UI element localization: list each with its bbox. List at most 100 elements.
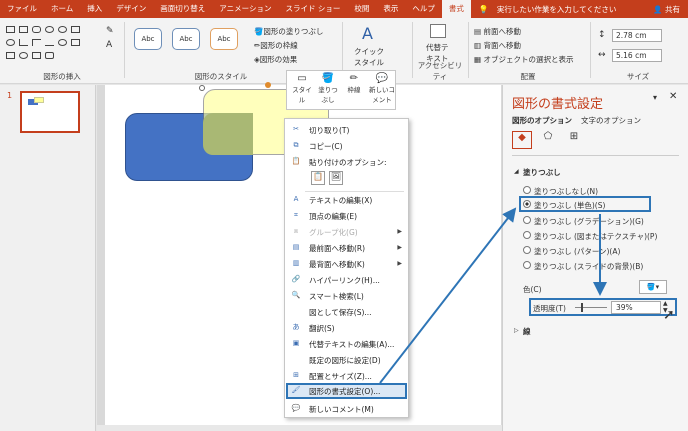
comment-icon: 💬 <box>375 73 389 84</box>
tab-format[interactable]: 書式 <box>441 0 471 18</box>
pane-dropdown-icon[interactable]: ▾ <box>653 93 657 102</box>
tab-text-options[interactable]: 文字のオプション <box>581 115 641 126</box>
menu-save-as-picture[interactable]: 図として保存(S)... <box>309 307 372 318</box>
send-back-icon: ▥ <box>292 259 300 267</box>
style-sample-1[interactable]: Abc <box>134 28 162 50</box>
transparency-slider[interactable] <box>575 303 607 312</box>
selection-handle-top-left[interactable] <box>199 85 205 91</box>
alt-text-icon[interactable] <box>430 24 446 38</box>
shape-effect-button[interactable]: ◈図形の効果 <box>254 54 297 65</box>
radio-gradient-fill[interactable] <box>523 216 531 224</box>
size-group: ↕ 2.78 cm ↔ 5.16 cm サイズ <box>592 20 684 82</box>
transparency-input[interactable]: 39% <box>611 301 661 314</box>
pane-title: 図形の書式設定 <box>512 97 604 112</box>
width-input[interactable]: 5.16 cm <box>612 49 662 62</box>
shape-fill-button[interactable]: 🪣図形の塗りつぶし <box>254 26 323 37</box>
line-section-header[interactable]: 線 <box>523 326 531 337</box>
size-group-title: サイズ <box>626 72 650 81</box>
menu-format-shape[interactable]: 図形の書式設定(O)... <box>309 386 380 397</box>
slide-number: 1 <box>7 91 13 100</box>
effects-tab-icon[interactable]: ⬠ <box>539 131 557 149</box>
mini-style-button[interactable]: ▭ スタイル <box>291 73 313 104</box>
horizontal-scrollbar[interactable] <box>97 425 502 431</box>
tab-slideshow[interactable]: スライド ショー <box>278 0 347 18</box>
alt-text-menu-icon: ▣ <box>292 339 300 347</box>
cut-icon: ✂ <box>293 125 299 133</box>
tab-shape-options[interactable]: 図形のオプション <box>512 115 572 126</box>
menu-smart-lookup[interactable]: スマート検索(L) <box>309 291 364 302</box>
tab-review[interactable]: 校閲 <box>347 0 376 18</box>
context-menu: ✂ 切り取り(T) ⧉ コピー(C) 📋 貼り付けのオプション: 📋 🖼 A テキストの… <box>284 118 409 418</box>
tab-home[interactable]: ホーム <box>44 0 80 18</box>
text-box-icon[interactable]: A <box>106 40 112 50</box>
slider-thumb[interactable] <box>581 303 583 312</box>
menu-translate[interactable]: 翻訳(S) <box>309 323 335 334</box>
fill-section-header[interactable]: 塗りつぶし <box>523 167 561 178</box>
radio-background-fill[interactable] <box>523 261 531 269</box>
submenu-arrow-icon: ▶ <box>397 228 402 235</box>
person-icon: 👤 <box>653 4 665 14</box>
expand-line-icon[interactable]: ▷ <box>514 327 519 334</box>
tab-animations[interactable]: アニメーション <box>212 0 278 18</box>
translate-icon: あ <box>292 323 300 331</box>
tab-design[interactable]: デザイン <box>109 0 153 18</box>
menu-cut[interactable]: 切り取り(T) <box>309 125 349 136</box>
rotate-handle[interactable] <box>265 82 271 88</box>
menu-edit-points[interactable]: 頂点の編集(E) <box>309 211 357 222</box>
menu-set-default[interactable]: 既定の図形に設定(D) <box>309 355 381 366</box>
size-props-tab-icon[interactable]: ⊞ <box>565 131 583 149</box>
tab-insert[interactable]: 挿入 <box>80 0 109 18</box>
menu-hyperlink[interactable]: ハイパーリンク(H)... <box>309 275 380 286</box>
transparency-label: 透明度(T) <box>533 304 566 313</box>
quick-style-button[interactable]: クイック スタイル <box>354 46 384 68</box>
size-position-icon: ⊞ <box>293 371 299 379</box>
shape-outline-label: 図形の枠線 <box>260 41 298 50</box>
tab-file[interactable]: ファイル <box>0 0 44 18</box>
paint-bucket-icon: 🪣 <box>254 27 264 36</box>
link-icon: 🔗 <box>291 275 301 283</box>
collapse-fill-icon[interactable]: ◢ <box>514 168 519 175</box>
menu-edit-alt-text[interactable]: 代替テキストの編集(A)... <box>309 339 394 350</box>
paste-option-1-icon[interactable]: 📋 <box>311 171 325 185</box>
close-icon[interactable]: ✕ <box>669 91 677 102</box>
menu-size-position[interactable]: 配置とサイズ(Z)... <box>309 371 372 382</box>
ribbon-tab-bar: ファイル ホーム 挿入 デザイン 画面切り替え アニメーション スライド ショー… <box>0 0 688 18</box>
menu-new-comment[interactable]: 新しいコメント(M) <box>309 404 374 415</box>
mini-comment-button[interactable]: 💬 新しいコメント <box>369 73 395 104</box>
tab-view[interactable]: 表示 <box>376 0 405 18</box>
menu-copy[interactable]: コピー(C) <box>309 141 343 152</box>
tell-me-box[interactable]: 実行したい作業を入力してください <box>497 4 617 15</box>
menu-bring-front[interactable]: 最前面へ移動(R) <box>309 243 365 254</box>
share-button[interactable]: 👤 共有 <box>653 4 688 15</box>
menu-group[interactable]: グループ化(G) <box>309 227 358 238</box>
menu-send-back[interactable]: 最背面へ移動(K) <box>309 259 365 270</box>
mini-fill-button[interactable]: 🪣 塗りつぶし <box>317 73 339 104</box>
selection-pane-button[interactable]: ▦ オブジェクトの選択と表示 <box>474 54 573 65</box>
shape-fill-label: 図形の塗りつぶし <box>263 27 324 36</box>
tab-transitions[interactable]: 画面切り替え <box>153 0 212 18</box>
shape-gallery[interactable] <box>6 26 100 60</box>
slide-thumbnail[interactable] <box>20 91 80 133</box>
edit-shape-icon[interactable]: ✎ <box>106 26 114 36</box>
shape-outline-button[interactable]: ✏図形の枠線 <box>254 40 298 51</box>
height-input[interactable]: 2.78 cm <box>612 29 662 42</box>
color-picker-button[interactable]: 🪣▾ <box>639 280 667 294</box>
radio-no-fill[interactable] <box>523 186 531 194</box>
tab-help[interactable]: ヘルプ <box>405 0 442 18</box>
pane-divider <box>512 155 679 156</box>
paste-option-2-icon[interactable]: 🖼 <box>329 171 343 185</box>
style-sample-3[interactable]: Abc <box>210 28 238 50</box>
label-picture-fill: 塗りつぶし (図またはテクスチャ)(P) <box>534 232 658 241</box>
menu-edit-text[interactable]: テキストの編集(X) <box>309 195 372 206</box>
style-sample-2[interactable]: Abc <box>172 28 200 50</box>
quick-style-icon[interactable]: A <box>362 24 373 43</box>
bring-forward-button[interactable]: ▤ 前面へ移動 <box>474 26 521 37</box>
radio-picture-fill[interactable] <box>523 231 531 239</box>
radio-pattern-fill[interactable] <box>523 246 531 254</box>
fill-line-tab-icon[interactable]: ◆ <box>512 131 532 149</box>
radio-solid-fill[interactable] <box>523 200 531 208</box>
format-shape-pane: 図形の書式設定 ▾ ✕ 図形のオプション 文字のオプション ◆ ⬠ ⊞ ◢ 塗り… <box>502 85 688 431</box>
mini-outline-button[interactable]: ✏ 枠線 <box>343 73 365 94</box>
send-backward-button[interactable]: ▥ 背面へ移動 <box>474 40 521 51</box>
outline-pen-icon: ✏ <box>349 73 359 84</box>
